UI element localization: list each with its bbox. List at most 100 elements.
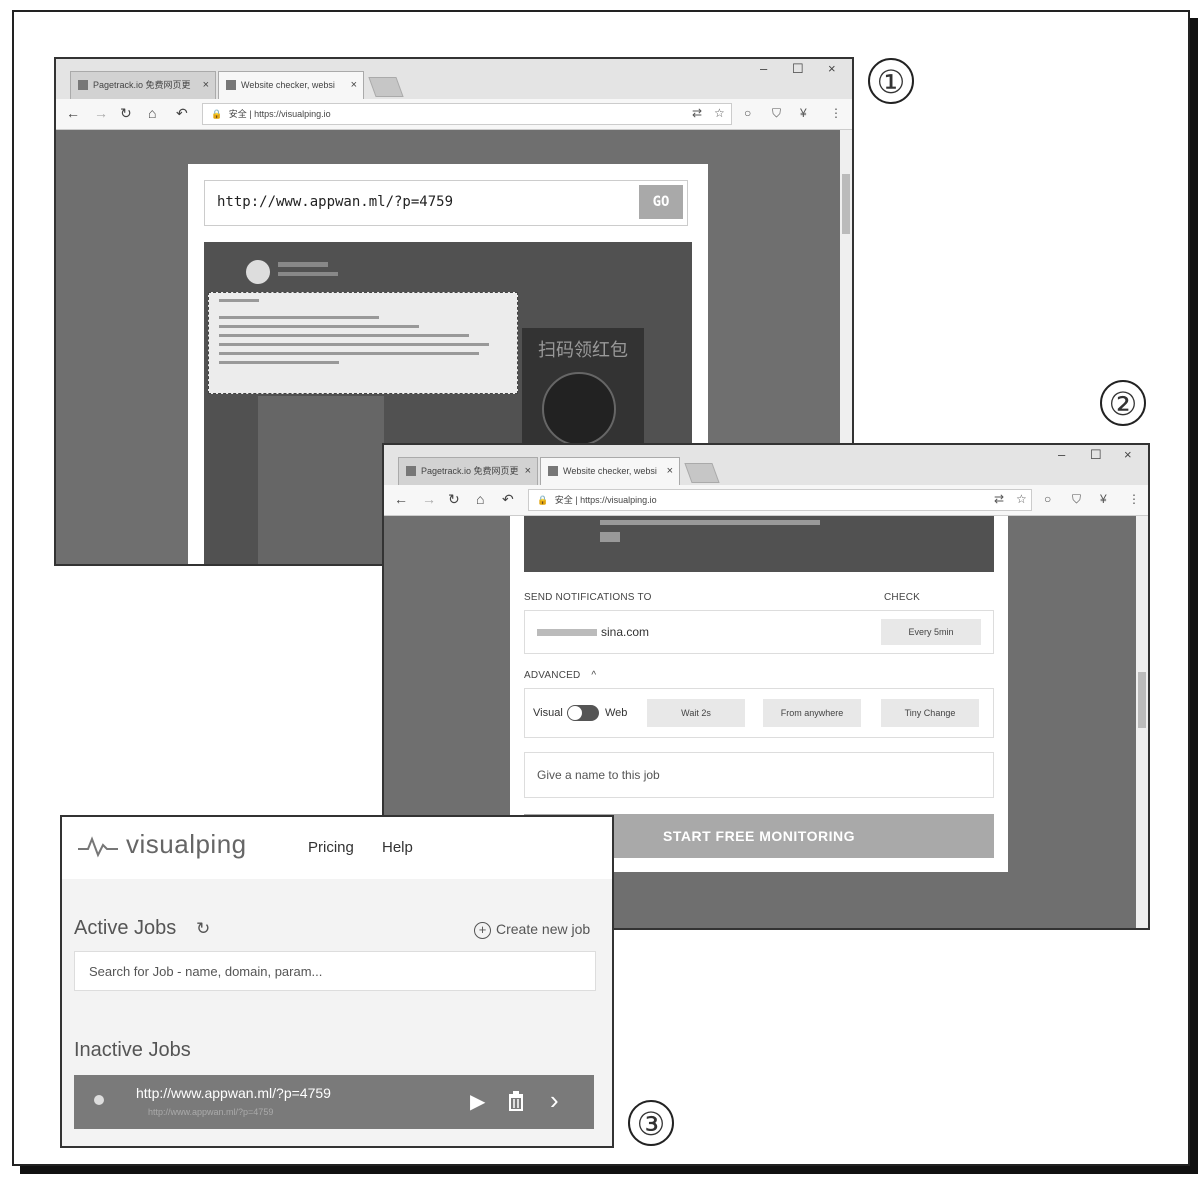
home-icon[interactable]: ⌂ bbox=[476, 491, 484, 507]
extension-circle-icon[interactable]: ○ bbox=[1044, 492, 1051, 506]
active-jobs-title: Active Jobs bbox=[74, 917, 177, 939]
plus-circle-icon: + bbox=[474, 922, 491, 939]
scrollbar[interactable] bbox=[1136, 516, 1148, 928]
tab-pagetrack[interactable]: Pagetrack.io 免费网页更 × bbox=[70, 71, 216, 99]
extension-arrow-icon[interactable]: ¥ bbox=[1100, 492, 1107, 506]
address-url: https://visualping.io bbox=[580, 495, 657, 505]
advanced-toggle[interactable]: ADVANCED ^ bbox=[524, 670, 596, 681]
advanced-label: ADVANCED bbox=[524, 670, 581, 681]
location-option-label: From anywhere bbox=[780, 708, 844, 718]
address-bar[interactable]: 🔒 安全 | https://visualping.io bbox=[528, 489, 1032, 511]
tab-close-icon[interactable]: × bbox=[203, 72, 209, 98]
check-frequency-select[interactable]: Every 5min bbox=[881, 619, 981, 645]
new-tab-button[interactable] bbox=[368, 77, 404, 97]
menu-icon[interactable]: ⋮ bbox=[830, 106, 842, 120]
advanced-options-row: Visual Web Wait 2s From anywhere Tiny Ch… bbox=[524, 688, 994, 738]
toggle-visual-label: Visual bbox=[533, 707, 563, 719]
reload-icon[interactable]: ↻ bbox=[120, 105, 132, 122]
lock-icon: 🔒 bbox=[211, 109, 223, 119]
change-option-button[interactable]: Tiny Change bbox=[881, 699, 979, 727]
nav-pricing[interactable]: Pricing bbox=[308, 839, 354, 856]
job-sub-url: http://www.appwan.ml/?p=4759 bbox=[148, 1107, 274, 1117]
translate-icon[interactable]: ⇄ bbox=[994, 492, 1004, 506]
browser-toolbar: ← → ↻ ⌂ ↶ 🔒 安全 | https://visualping.io ⇄… bbox=[56, 99, 852, 130]
location-option-button[interactable]: From anywhere bbox=[763, 699, 861, 727]
menu-icon[interactable]: ⋮ bbox=[1128, 492, 1140, 506]
url-input-value: http://www.appwan.ml/?p=4759 bbox=[217, 194, 454, 210]
go-button[interactable]: GO bbox=[639, 185, 683, 219]
chevron-up-icon: ^ bbox=[591, 670, 597, 681]
scroll-thumb[interactable] bbox=[1138, 672, 1146, 728]
preview-header-line bbox=[278, 262, 328, 267]
extension-circle-icon[interactable]: ○ bbox=[744, 106, 751, 120]
lock-icon: 🔒 bbox=[537, 495, 549, 505]
job-name-placeholder: Give a name to this job bbox=[537, 768, 660, 782]
shield-icon[interactable]: ⛉ bbox=[1072, 492, 1081, 507]
email-suffix: sina.com bbox=[601, 625, 650, 639]
minimize-button[interactable]: – bbox=[1058, 447, 1065, 462]
favicon-icon bbox=[548, 466, 558, 476]
qr-code bbox=[542, 372, 616, 446]
undo-icon[interactable]: ↶ bbox=[176, 105, 188, 122]
favicon-icon bbox=[406, 466, 416, 476]
trash-icon[interactable] bbox=[508, 1091, 524, 1111]
close-button[interactable]: × bbox=[1124, 447, 1132, 462]
visualping-logo-icon bbox=[78, 836, 118, 858]
tab-pagetrack[interactable]: Pagetrack.io 免费网页更 × bbox=[398, 457, 538, 485]
maximize-button[interactable]: ☐ bbox=[792, 61, 804, 77]
reload-icon[interactable]: ↻ bbox=[448, 491, 460, 508]
visualping-logo-text[interactable]: visualping bbox=[126, 829, 247, 860]
secure-label: 安全 bbox=[554, 495, 573, 505]
marker-3: ③ bbox=[628, 1100, 674, 1146]
address-bar[interactable]: 🔒 安全 | https://visualping.io bbox=[202, 103, 732, 125]
preview-promo-text: 扫码领红包 bbox=[538, 340, 628, 360]
job-name-input[interactable]: Give a name to this job bbox=[524, 752, 994, 798]
check-frequency-value: Every 5min bbox=[908, 627, 954, 637]
inactive-jobs-title: Inactive Jobs bbox=[74, 1039, 191, 1061]
wait-option-button[interactable]: Wait 2s bbox=[647, 699, 745, 727]
bookmark-star-icon[interactable]: ☆ bbox=[1016, 492, 1027, 506]
inactive-job-row[interactable]: http://www.appwan.ml/?p=4759 http://www.… bbox=[74, 1075, 594, 1129]
forward-icon[interactable]: → bbox=[94, 105, 108, 121]
change-option-label: Tiny Change bbox=[904, 708, 956, 718]
tab-close-icon[interactable]: × bbox=[525, 458, 531, 484]
preview-line bbox=[600, 520, 820, 525]
nav-help[interactable]: Help bbox=[382, 839, 413, 856]
tab-visualping[interactable]: Website checker, websi × bbox=[540, 457, 680, 485]
email-field[interactable]: sina.com bbox=[537, 625, 649, 639]
notification-row: sina.com Every 5min bbox=[524, 610, 994, 654]
selection-area[interactable] bbox=[208, 292, 518, 394]
extension-arrow-icon[interactable]: ¥ bbox=[800, 106, 807, 120]
forward-icon[interactable]: → bbox=[422, 491, 436, 507]
new-tab-button[interactable] bbox=[684, 463, 720, 483]
chevron-right-icon[interactable]: › bbox=[550, 1085, 559, 1116]
refresh-icon[interactable]: ↻ bbox=[196, 919, 210, 939]
search-placeholder: Search for Job - name, domain, param... bbox=[89, 964, 323, 979]
tab-close-icon[interactable]: × bbox=[667, 458, 673, 484]
minimize-button[interactable]: – bbox=[760, 61, 767, 76]
home-icon[interactable]: ⌂ bbox=[148, 105, 156, 121]
create-new-job-link[interactable]: + Create new job bbox=[474, 921, 590, 939]
url-input[interactable]: http://www.appwan.ml/?p=4759 GO bbox=[204, 180, 688, 226]
translate-icon[interactable]: ⇄ bbox=[692, 106, 702, 120]
tab-label: Pagetrack.io 免费网页更 bbox=[421, 466, 519, 476]
shield-icon[interactable]: ⛉ bbox=[772, 106, 781, 121]
tab-close-icon[interactable]: × bbox=[351, 72, 357, 98]
back-icon[interactable]: ← bbox=[394, 491, 408, 507]
visualping-dashboard: visualping Pricing Help Active Jobs ↻ + C… bbox=[60, 815, 614, 1148]
undo-icon[interactable]: ↶ bbox=[502, 491, 514, 508]
play-icon[interactable]: ▶ bbox=[470, 1089, 485, 1114]
wait-option-label: Wait 2s bbox=[681, 708, 711, 718]
tab-visualping[interactable]: Website checker, websi × bbox=[218, 71, 364, 99]
dashboard-header: visualping Pricing Help bbox=[62, 817, 612, 879]
search-input[interactable]: Search for Job - name, domain, param... bbox=[74, 951, 596, 991]
maximize-button[interactable]: ☐ bbox=[1090, 447, 1102, 463]
visual-web-toggle[interactable] bbox=[567, 705, 599, 721]
start-monitoring-label: START FREE MONITORING bbox=[663, 828, 855, 844]
back-icon[interactable]: ← bbox=[66, 105, 80, 121]
send-notifications-label: SEND NOTIFICATIONS TO bbox=[524, 592, 652, 603]
go-label: GO bbox=[652, 194, 670, 210]
bookmark-star-icon[interactable]: ☆ bbox=[714, 106, 725, 120]
scroll-thumb[interactable] bbox=[842, 174, 850, 234]
close-button[interactable]: × bbox=[828, 61, 836, 76]
